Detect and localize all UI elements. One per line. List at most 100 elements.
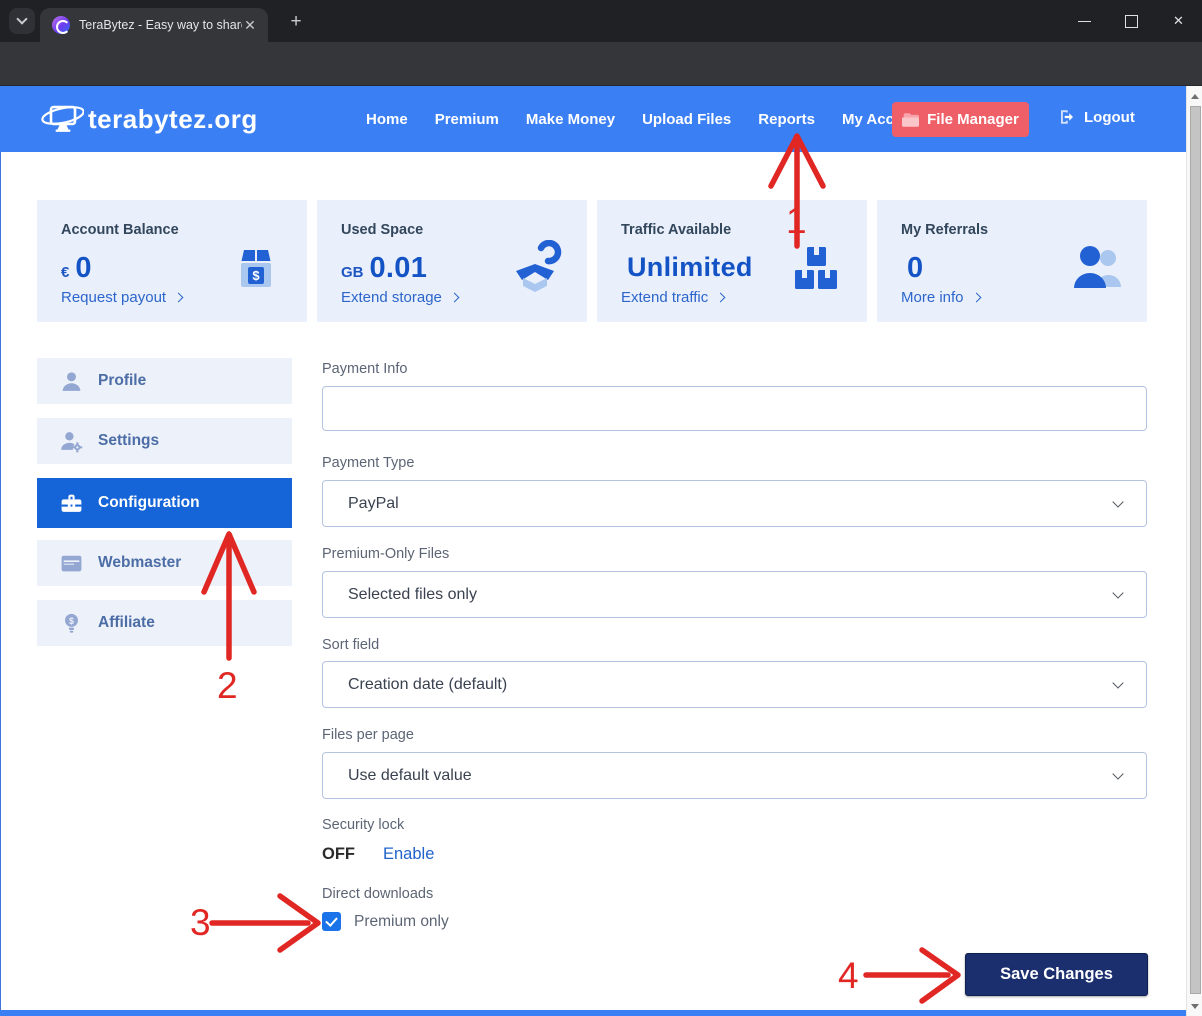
new-tab-button[interactable]: + (284, 10, 308, 34)
brand-name: terabytez.org (88, 104, 258, 135)
nav-link-reports[interactable]: Reports (758, 111, 815, 128)
card-account-balance: Account Balance € 0 Request payout $ (37, 200, 307, 322)
toolbox-icon (59, 491, 84, 516)
monitor-orbit-icon (38, 99, 84, 139)
page-scrollbar[interactable] (1186, 86, 1202, 1016)
logout-button[interactable]: Logout (1058, 108, 1135, 126)
chevron-right-icon (716, 293, 726, 303)
tab-search-button[interactable] (9, 8, 35, 34)
site-navbar: terabytez.org Home Premium Make Money Up… (0, 86, 1186, 152)
browser-window: TeraBytez - Easy way to share y ✕ + tera… (0, 0, 1202, 1016)
chevron-right-icon (971, 293, 981, 303)
nav-link-premium[interactable]: Premium (435, 111, 499, 128)
payment-type-label: Payment Type (322, 455, 414, 471)
card-value: 0.01 (370, 252, 428, 285)
site-favicon-icon (52, 16, 70, 34)
minimize-button[interactable] (1061, 0, 1108, 42)
file-manager-label: File Manager (927, 111, 1019, 128)
premium-only-checkbox-label: Premium only (354, 913, 449, 931)
card-prefix: GB (341, 264, 364, 281)
card-title: My Referrals (901, 222, 1123, 238)
premium-only-files-label: Premium-Only Files (322, 546, 449, 562)
chevron-right-icon (449, 293, 459, 303)
sort-field-select[interactable]: Creation date (default) (322, 661, 1147, 708)
annotation-step-2: 2 (217, 665, 238, 707)
nav-links: Home Premium Make Money Upload Files Rep… (366, 86, 926, 152)
annotation-step-4: 4 (838, 955, 859, 997)
chevron-down-icon (1112, 768, 1123, 779)
sidebar-item-settings[interactable]: Settings (37, 418, 292, 464)
file-manager-button[interactable]: File Manager (892, 102, 1029, 137)
payment-info-label: Payment Info (322, 361, 407, 377)
sidebar-item-label: Configuration (98, 494, 200, 512)
maximize-button[interactable] (1108, 0, 1155, 42)
logout-icon (1058, 108, 1076, 126)
more-info-link[interactable]: More info (901, 289, 980, 306)
tab-title: TeraBytez - Easy way to share y (79, 18, 242, 32)
sidebar-item-configuration[interactable]: Configuration (37, 478, 292, 528)
card-title: Account Balance (61, 222, 283, 238)
chevron-down-icon (1112, 587, 1123, 598)
nav-link-home[interactable]: Home (366, 111, 408, 128)
request-payout-link[interactable]: Request payout (61, 289, 182, 306)
sidebar-item-label: Webmaster (98, 554, 181, 572)
annotation-step-3: 3 (190, 902, 211, 944)
chevron-right-icon (174, 293, 184, 303)
save-changes-button[interactable]: Save Changes (965, 953, 1148, 996)
scrollbar-up-arrow-icon[interactable] (1187, 88, 1202, 104)
svg-text:$: $ (252, 268, 260, 283)
card-prefix: € (61, 264, 69, 281)
footer-strip (0, 1010, 1186, 1016)
security-lock-label: Security lock (322, 817, 404, 833)
premium-only-files-select[interactable]: Selected files only (322, 571, 1147, 618)
chevron-down-icon (1112, 496, 1123, 507)
nav-link-upload-files[interactable]: Upload Files (642, 111, 731, 128)
close-button[interactable] (1155, 0, 1202, 42)
sidebar-item-label: Settings (98, 432, 159, 450)
nav-link-make-money[interactable]: Make Money (526, 111, 615, 128)
files-per-page-select[interactable]: Use default value (322, 752, 1147, 799)
payout-box-icon: $ (227, 240, 285, 298)
folder-icon (902, 113, 919, 127)
browser-tab[interactable]: TeraBytez - Easy way to share y ✕ (40, 8, 268, 42)
chevron-down-icon (1112, 677, 1123, 688)
sidebar-item-affiliate[interactable]: $ Affiliate (37, 600, 292, 646)
sidebar-item-label: Affiliate (98, 614, 155, 632)
browser-titlebar: TeraBytez - Easy way to share y ✕ + (0, 0, 1202, 42)
card-title: Used Space (341, 222, 563, 238)
logout-label: Logout (1084, 109, 1135, 126)
sidebar-item-label: Profile (98, 372, 146, 390)
card-my-referrals: My Referrals 0 More info (877, 200, 1147, 322)
sidebar-item-webmaster[interactable]: Webmaster (37, 540, 292, 586)
card-used-space: Used Space GB 0.01 Extend storage (317, 200, 587, 322)
open-box-icon (507, 240, 565, 298)
chevron-down-icon (16, 13, 27, 24)
bulb-dollar-icon: $ (59, 611, 84, 636)
security-lock-status: OFF (322, 845, 355, 864)
payment-type-select[interactable]: PayPal (322, 480, 1147, 527)
browser-window-icon (59, 551, 84, 576)
tab-close-icon[interactable]: ✕ (242, 17, 258, 33)
users-icon (1067, 240, 1125, 298)
sidebar-item-profile[interactable]: Profile (37, 358, 292, 404)
card-value: Unlimited (627, 252, 753, 283)
payment-info-input[interactable] (322, 386, 1147, 431)
sort-field-label: Sort field (322, 637, 379, 653)
user-icon (59, 369, 84, 394)
extend-traffic-link[interactable]: Extend traffic (621, 289, 724, 306)
premium-only-checkbox[interactable] (322, 912, 341, 931)
card-title: Traffic Available (621, 222, 843, 238)
scrollbar-thumb[interactable] (1190, 106, 1201, 994)
extend-storage-link[interactable]: Extend storage (341, 289, 458, 306)
scrollbar-down-arrow-icon[interactable] (1187, 998, 1202, 1014)
svg-text:$: $ (69, 615, 74, 625)
security-lock-enable-link[interactable]: Enable (383, 845, 434, 864)
files-per-page-label: Files per page (322, 727, 414, 743)
browser-toolbar: terabytez.org/account/ ☆ {i} A (0, 42, 1202, 86)
card-value: 0 (907, 252, 923, 285)
boxes-icon (787, 240, 845, 298)
user-gear-icon (59, 429, 84, 454)
direct-downloads-label: Direct downloads (322, 886, 433, 902)
window-controls (1061, 0, 1202, 42)
site-logo[interactable]: terabytez.org (38, 99, 258, 139)
